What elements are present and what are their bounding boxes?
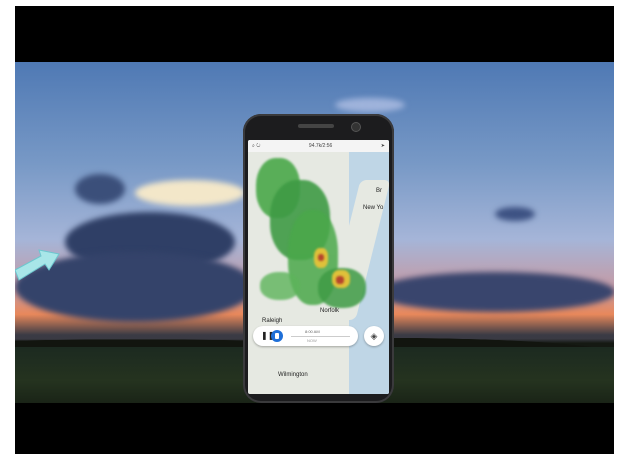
pointer-arrow-icon bbox=[15, 249, 60, 281]
cloud bbox=[375, 272, 614, 312]
weather-app-screen: ⌕ ↻ 94.7k/2:56 ➤ Br New Yo Norfolk Ralei… bbox=[248, 140, 389, 394]
map-label-norfolk: Norfolk bbox=[320, 308, 340, 314]
timeline-time: 8:00 AM bbox=[305, 329, 320, 334]
cloud bbox=[75, 174, 125, 204]
playback-controls: ❚❚ 8:00 AM NOW bbox=[253, 326, 358, 346]
map-label-br: Br bbox=[376, 188, 382, 194]
video-frame: ⌕ ↻ 94.7k/2:56 ➤ Br New Yo Norfolk Ralei… bbox=[15, 6, 614, 454]
map-label-wilmington: Wilmington bbox=[278, 372, 308, 378]
sky-scene: ⌕ ↻ 94.7k/2:56 ➤ Br New Yo Norfolk Ralei… bbox=[15, 62, 614, 403]
camera bbox=[351, 122, 361, 132]
cloud bbox=[335, 98, 405, 112]
timeline-now: NOW bbox=[307, 338, 317, 343]
status-center: 94.7k/2:56 bbox=[308, 143, 333, 149]
search-icon[interactable]: ⌕ ↻ bbox=[252, 143, 260, 149]
location-arrow-icon[interactable]: ➤ bbox=[381, 143, 385, 149]
play-icon[interactable] bbox=[271, 330, 283, 342]
cloud bbox=[495, 207, 535, 221]
pause-icon[interactable]: ❚❚ bbox=[261, 332, 274, 340]
layers-button[interactable]: ◈ bbox=[364, 326, 384, 346]
timeline-slider[interactable]: 8:00 AM NOW bbox=[291, 329, 350, 343]
storm-cell bbox=[336, 276, 344, 284]
cloud bbox=[135, 180, 245, 206]
status-bar: ⌕ ↻ 94.7k/2:56 ➤ bbox=[248, 140, 389, 152]
map-label-new-york: New Yo bbox=[363, 205, 384, 211]
layers-icon: ◈ bbox=[370, 331, 378, 341]
storm-cell bbox=[318, 254, 324, 261]
timeline-track bbox=[291, 336, 350, 337]
radar-area bbox=[260, 272, 300, 300]
speaker bbox=[298, 124, 334, 128]
map-label-raleigh: Raleigh bbox=[262, 318, 283, 324]
phone-device: ⌕ ↻ 94.7k/2:56 ➤ Br New Yo Norfolk Ralei… bbox=[243, 114, 394, 403]
